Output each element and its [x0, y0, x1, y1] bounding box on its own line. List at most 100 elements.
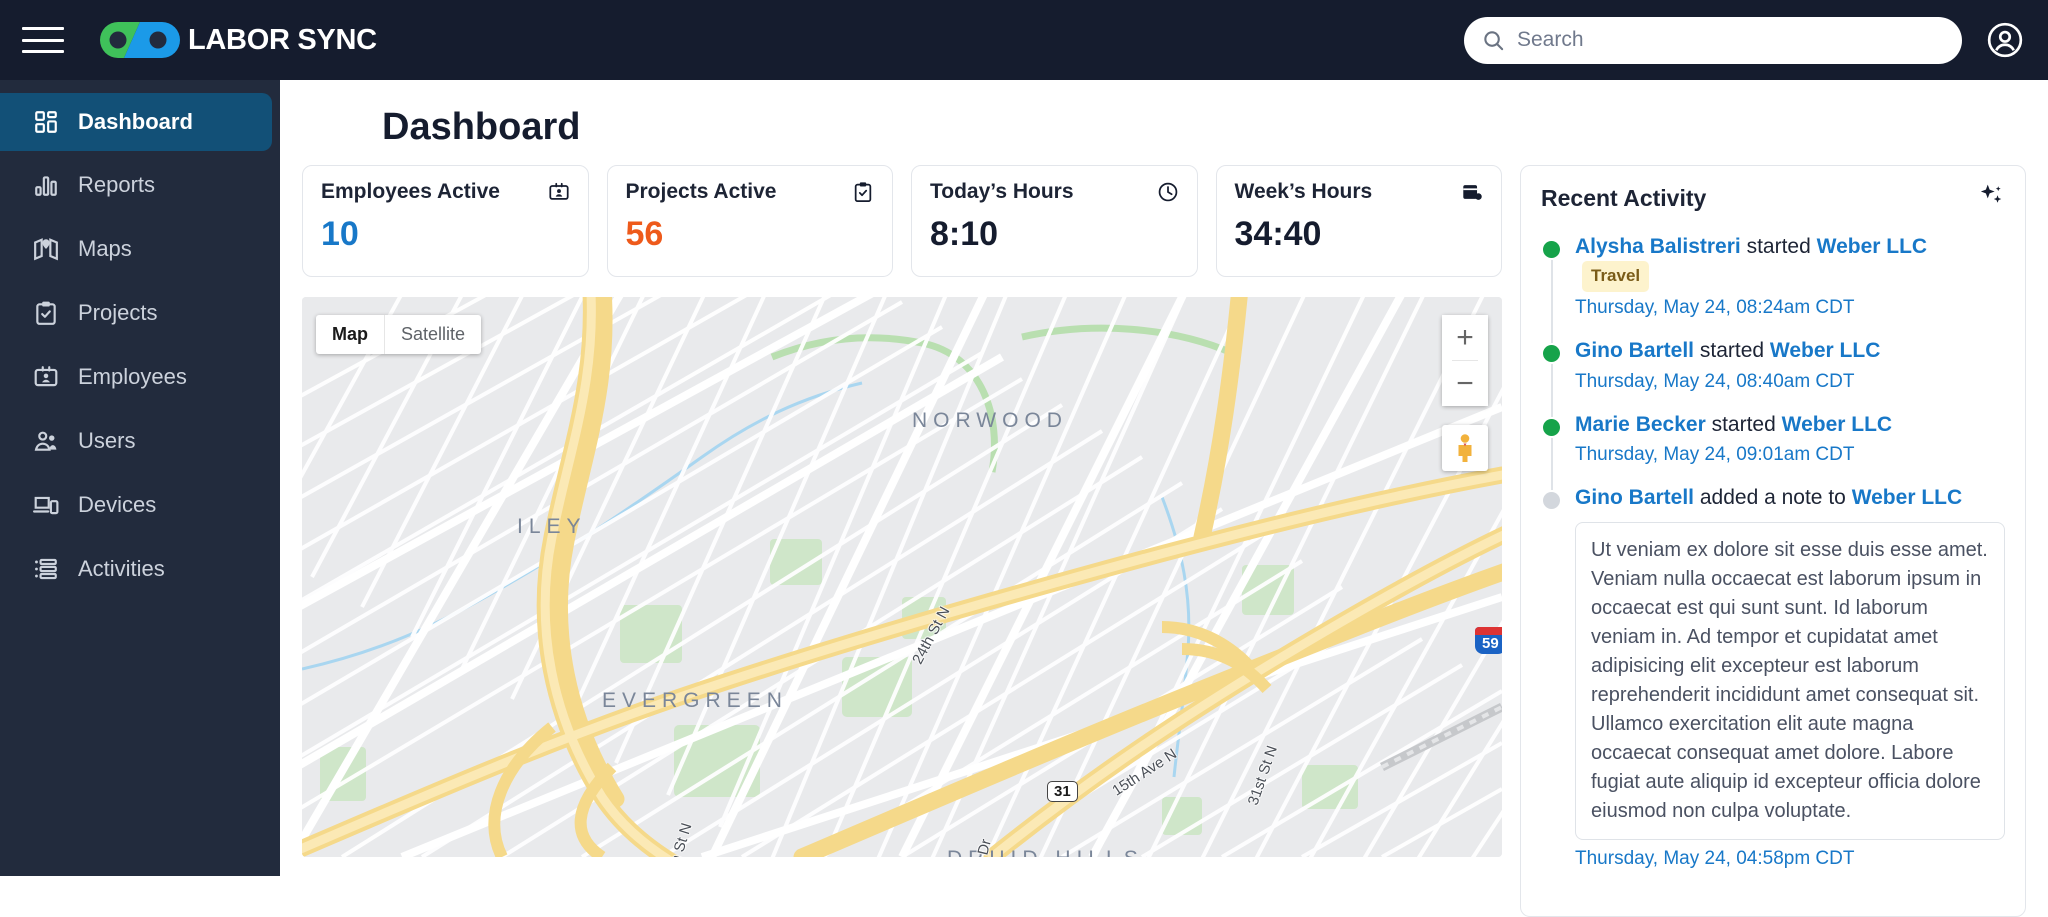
main-content: Dashboard Employees Active 10 Projects A… [280, 80, 2048, 917]
stat-value: 56 [625, 215, 664, 253]
brand-name: LABOR SYNC [188, 23, 377, 56]
sidebar-item-label: Dashboard [78, 109, 193, 134]
activity-text: Gino Bartell started Weber LLC [1575, 337, 2005, 365]
stat-card-weeks-hours[interactable]: Week’s Hours 34:40 [1215, 165, 1502, 277]
sidebar-item-employees[interactable]: Employees [0, 348, 272, 406]
activity-actor-link[interactable]: Marie Becker [1575, 413, 1706, 436]
stat-value: 10 [321, 215, 359, 253]
activity-status-dot [1543, 345, 1560, 363]
activity-actor-link[interactable]: Gino Bartell [1575, 486, 1694, 509]
calendar-clock-icon [1461, 181, 1483, 208]
activity-timeline-column [1541, 233, 1575, 344]
hamburger-menu-icon[interactable] [22, 23, 64, 57]
activity-body: Alysha Balistreri started Weber LLC Trav… [1575, 233, 2005, 337]
sidebar-nav: Dashboard Reports Maps Projects Employee… [0, 80, 280, 876]
map-zoom-controls[interactable]: + − [1442, 315, 1488, 406]
activity-timeline-column [1541, 411, 1575, 490]
sidebar-item-reports[interactable]: Reports [0, 156, 272, 214]
activity-timestamp[interactable]: Thursday, May 24, 04:58pm CDT [1575, 848, 2005, 870]
map-container[interactable]: Map Satellite + − ILEY NORWOOD EVERGREEN… [302, 297, 1502, 857]
activity-timestamp[interactable]: Thursday, May 24, 08:40am CDT [1575, 371, 2005, 393]
search-input[interactable] [1517, 28, 1944, 52]
activity-body: Gino Bartell added a note to Weber LLC U… [1575, 484, 2005, 888]
user-account-button[interactable] [1986, 21, 2024, 59]
activity-timestamp[interactable]: Thursday, May 24, 08:24am CDT [1575, 297, 2005, 319]
dashboard-content-row: Employees Active 10 Projects Active 56 T… [302, 165, 2026, 917]
sidebar-item-activities[interactable]: Activities [0, 540, 272, 598]
activity-timeline-line [1551, 364, 1553, 417]
stat-card-employees-active[interactable]: Employees Active 10 [302, 165, 589, 277]
pegman-icon [1458, 434, 1472, 462]
activity-verb: started [1711, 412, 1776, 436]
activity-actor-link[interactable]: Alysha Balistreri [1575, 235, 1741, 258]
map-zoom-out-button[interactable]: − [1442, 361, 1488, 406]
map-type-option-satellite[interactable]: Satellite [384, 315, 481, 354]
clock-icon [1157, 181, 1179, 208]
page-title: Dashboard [382, 106, 581, 148]
sidebar-item-label: Devices [78, 492, 157, 517]
brand-logo-group[interactable]: LABOR SYNC [100, 20, 377, 60]
map-route-shield: 31 [1047, 781, 1078, 802]
map-route-shield: 59 [1475, 627, 1502, 654]
sidebar-item-maps[interactable]: Maps [0, 220, 272, 278]
sidebar-item-label: Users [78, 428, 136, 453]
activity-list-icon [32, 555, 60, 583]
sidebar-item-users[interactable]: Users [0, 412, 272, 470]
sidebar-item-label: Activities [78, 556, 165, 581]
clipboard-check-icon [852, 181, 874, 208]
sidebar-item-label: Projects [78, 300, 158, 325]
sidebar-item-dashboard[interactable]: Dashboard [0, 93, 272, 151]
stat-card-projects-active[interactable]: Projects Active 56 [606, 165, 893, 277]
map-type-control[interactable]: Map Satellite [316, 315, 482, 354]
activity-status-dot [1543, 491, 1560, 509]
activity-text: Alysha Balistreri started Weber LLC Trav… [1575, 233, 2005, 293]
labor-sync-logo-icon [100, 22, 180, 58]
activity-target-link[interactable]: Weber LLC [1852, 486, 1962, 509]
activity-target-link[interactable]: Weber LLC [1770, 339, 1880, 362]
activity-item[interactable]: Alysha Balistreri started Weber LLC Trav… [1541, 233, 2005, 344]
search-icon [1484, 30, 1504, 50]
map-type-option-map[interactable]: Map [316, 315, 384, 354]
activity-verb: started [1746, 235, 1811, 258]
activity-status-dot [1543, 418, 1560, 436]
street-view-pegman-button[interactable] [1442, 425, 1488, 471]
activity-timeline-column [1541, 337, 1575, 417]
sidebar-item-label: Reports [78, 172, 156, 197]
stat-label: Employees Active [321, 180, 500, 203]
topbar-right-group [1464, 16, 2048, 64]
recent-activity-header: Recent Activity [1541, 182, 2005, 215]
devices-icon [32, 491, 60, 519]
activity-text: Gino Bartell added a note to Weber LLC [1575, 484, 2005, 512]
sparkle-icon[interactable] [1977, 182, 2005, 215]
activity-timeline-line [1551, 260, 1553, 344]
activity-actor-link[interactable]: Gino Bartell [1575, 339, 1694, 362]
activity-timestamp[interactable]: Thursday, May 24, 09:01am CDT [1575, 444, 2005, 466]
search-box[interactable] [1464, 16, 1962, 64]
activity-note-text: Ut veniam ex dolore sit esse duis esse a… [1575, 522, 2005, 841]
stat-label: Week’s Hours [1234, 180, 1373, 203]
map-zoom-in-button[interactable]: + [1442, 315, 1488, 360]
stat-value: 8:10 [930, 215, 999, 253]
activity-item[interactable]: Gino Bartell added a note to Weber LLC U… [1541, 484, 2005, 888]
activity-target-link[interactable]: Weber LLC [1817, 235, 1927, 258]
map-pin-icon [32, 235, 60, 263]
activity-body: Marie Becker started Weber LLC Thursday,… [1575, 411, 2005, 484]
activity-target-link[interactable]: Weber LLC [1782, 413, 1892, 436]
dashboard-left-column: Employees Active 10 Projects Active 56 T… [302, 165, 1502, 917]
sidebar-item-projects[interactable]: Projects [0, 284, 272, 342]
map-canvas [302, 297, 1502, 857]
user-circle-icon [1987, 22, 2023, 58]
recent-activity-title: Recent Activity [1541, 185, 1707, 211]
sidebar-item-devices[interactable]: Devices [0, 476, 272, 534]
sidebar-item-label: Employees [78, 364, 187, 389]
activity-body: Gino Bartell started Weber LLC Thursday,… [1575, 337, 2005, 410]
stat-card-todays-hours[interactable]: Today’s Hours 8:10 [911, 165, 1198, 277]
activity-verb: added a note to [1699, 485, 1846, 509]
activity-verb: started [1699, 339, 1765, 363]
activity-text: Marie Becker started Weber LLC [1575, 411, 2005, 439]
stat-label: Today’s Hours [930, 180, 1074, 203]
bar-chart-icon [32, 171, 60, 199]
activity-item[interactable]: Marie Becker started Weber LLC Thursday,… [1541, 411, 2005, 490]
activity-item[interactable]: Gino Bartell started Weber LLC Thursday,… [1541, 337, 2005, 417]
id-badge-icon [32, 363, 60, 391]
